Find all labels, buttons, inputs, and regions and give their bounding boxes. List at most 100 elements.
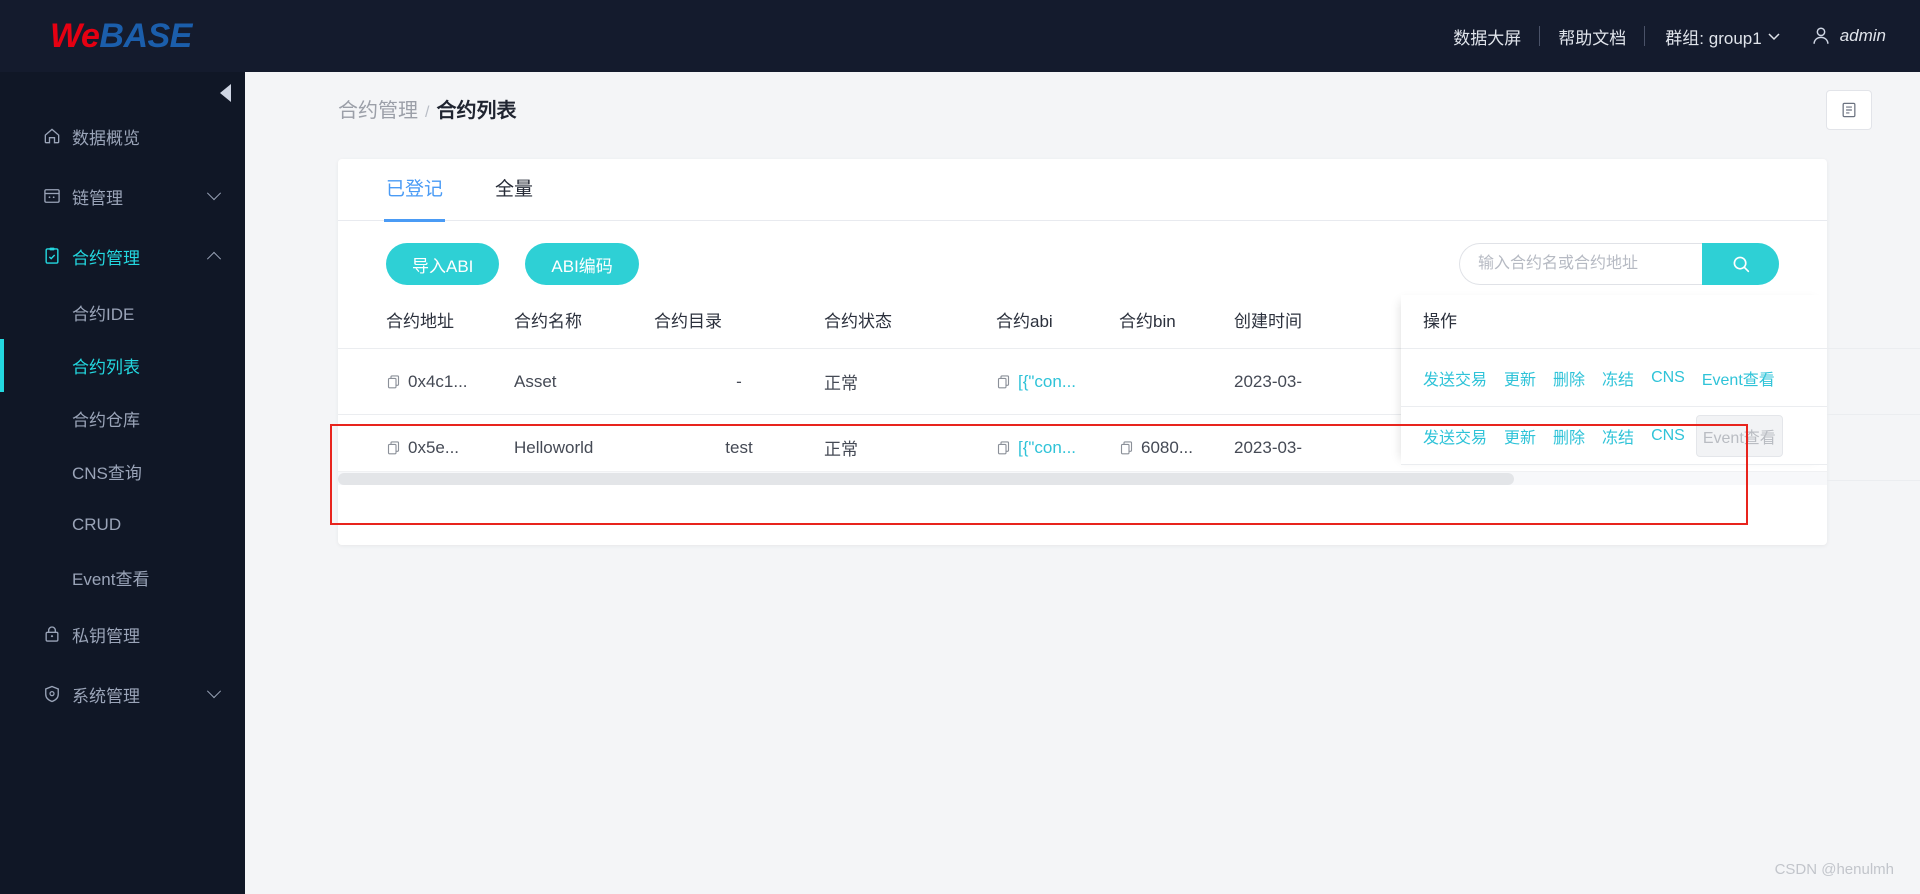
sidebar-item-private-key-mgmt[interactable]: 私钥管理 (0, 604, 245, 664)
action-send-tx[interactable]: 发送交易 (1423, 366, 1487, 390)
watermark: CSDN @henulmh (1774, 861, 1894, 878)
abi-text[interactable]: [{"con... (1018, 438, 1076, 458)
action-event-view[interactable]: Event查看 (1702, 366, 1775, 390)
sidebar-item-label: CNS查询 (72, 464, 142, 483)
sidebar-item-contract-list[interactable]: 合约列表 (0, 339, 245, 392)
nav-item-data-screen[interactable]: 数据大屏 (1435, 24, 1539, 49)
app-root: WeBASE 数据大屏 帮助文档 群组: group1 admin 数据概览 链… (0, 0, 1920, 894)
abi-text[interactable]: [{"con... (1018, 372, 1076, 392)
chevron-up-icon (206, 251, 222, 266)
cell-address: 0x4c1... (386, 348, 514, 415)
chain-icon (42, 186, 72, 206)
group-selector[interactable]: 群组: group1 (1645, 24, 1797, 49)
tab-all[interactable]: 全量 (495, 159, 533, 221)
action-delete[interactable]: 删除 (1553, 424, 1585, 448)
sidebar-item-label: 合约仓库 (72, 411, 140, 430)
action-freeze[interactable]: 冻结 (1602, 424, 1634, 448)
toolbar: 导入ABI ABI编码 (338, 221, 1827, 285)
sidebar-item-contract-repo[interactable]: 合约仓库 (0, 392, 245, 445)
shield-icon (42, 684, 72, 704)
horizontal-scrollbar[interactable] (338, 471, 1827, 485)
action-row: 发送交易 更新 删除 冻结 CNS Event查看 (1401, 407, 1827, 465)
address-text: 0x5e... (408, 437, 460, 457)
action-column: 操作 发送交易 更新 删除 冻结 CNS Event查看 发送交易 更新 删除 … (1401, 295, 1827, 465)
user-icon (1813, 27, 1829, 44)
sidebar-item-label: 私钥管理 (72, 626, 140, 646)
th-name: 合约名称 (514, 295, 654, 349)
home-icon (42, 126, 72, 146)
sidebar-item-label: 系统管理 (72, 686, 140, 706)
tab-registered[interactable]: 已登记 (383, 159, 446, 222)
cell-name: Asset (514, 348, 654, 415)
sidebar-item-system-mgmt[interactable]: 系统管理 (0, 664, 245, 724)
action-row: 发送交易 更新 删除 冻结 CNS Event查看 (1401, 349, 1827, 407)
top-bar: WeBASE 数据大屏 帮助文档 群组: group1 admin (0, 0, 1920, 72)
page-options-button[interactable] (1826, 90, 1872, 130)
nav-item-help-doc[interactable]: 帮助文档 (1540, 24, 1644, 49)
abi-encode-button[interactable]: ABI编码 (525, 243, 639, 285)
contract-table-wrapper: 合约地址 合约名称 合约目录 合约状态 合约abi 合约bin 创建时间 0x4… (338, 295, 1920, 485)
action-event-view[interactable]: Event查看 (1695, 414, 1783, 457)
chevron-down-icon (206, 186, 222, 201)
copy-icon[interactable] (1119, 440, 1134, 455)
sidebar-item-chain-mgmt[interactable]: 链管理 (0, 166, 245, 226)
chevron-down-icon (206, 684, 222, 699)
sidebar-item-crud[interactable]: CRUD (0, 498, 245, 551)
breadcrumb-parent[interactable]: 合约管理 (338, 94, 418, 123)
action-freeze[interactable]: 冻结 (1602, 366, 1634, 390)
sidebar-item-contract-mgmt[interactable]: 合约管理 (0, 226, 245, 286)
content-area: 合约管理 / 合约列表 已登记 全量 导入ABI ABI编码 输入合约名或合约地… (245, 72, 1920, 894)
action-cns[interactable]: CNS (1651, 369, 1685, 387)
action-cns[interactable]: CNS (1651, 427, 1685, 445)
cell-status: 正常 (824, 348, 996, 415)
copy-icon[interactable] (996, 440, 1011, 455)
address-text: 0x4c1... (408, 371, 468, 391)
cell-directory: - (654, 348, 824, 415)
copy-icon[interactable] (996, 374, 1011, 389)
document-icon (1842, 102, 1856, 118)
action-update[interactable]: 更新 (1504, 424, 1536, 448)
action-update[interactable]: 更新 (1504, 366, 1536, 390)
search-icon (1733, 256, 1749, 273)
spacer-col (338, 295, 386, 349)
search-box (1459, 243, 1779, 285)
chevron-down-icon (1768, 33, 1780, 41)
sidebar-item-label: 合约IDE (72, 305, 135, 324)
sidebar-item-contract-ide[interactable]: 合约IDE (0, 286, 245, 339)
search-button[interactable] (1702, 243, 1779, 285)
sidebar-item-label: 合约管理 (72, 248, 140, 268)
th-directory: 合约目录 (654, 295, 824, 349)
sidebar-item-overview[interactable]: 数据概览 (0, 106, 245, 166)
sidebar-collapse-icon[interactable] (220, 84, 231, 102)
action-delete[interactable]: 删除 (1553, 366, 1585, 390)
contract-icon (42, 246, 72, 266)
bin-text: 6080... (1141, 437, 1193, 457)
sidebar-item-label: 数据概览 (72, 128, 140, 148)
sidebar-item-label: Event查看 (72, 570, 150, 589)
contract-list-card: 已登记 全量 导入ABI ABI编码 输入合约名或合约地址 合约地址 合约名称 … (338, 159, 1920, 545)
sidebar-item-label: 合约列表 (72, 358, 140, 377)
row-spacer (338, 348, 386, 415)
breadcrumb-separator: / (425, 104, 430, 121)
th-status: 合约状态 (824, 295, 996, 349)
sidebar-item-cns-query[interactable]: CNS查询 (0, 445, 245, 498)
copy-icon[interactable] (386, 374, 401, 389)
copy-icon[interactable] (386, 440, 401, 455)
sidebar-item-label: CRUD (72, 514, 122, 534)
user-menu[interactable]: admin (1798, 25, 1886, 47)
action-send-tx[interactable]: 发送交易 (1423, 424, 1487, 448)
search-input[interactable] (1459, 243, 1702, 285)
lock-icon (42, 624, 72, 644)
cell-abi: [{"con... (996, 348, 1119, 415)
th-address: 合约地址 (386, 295, 514, 349)
sidebar-item-event-view[interactable]: Event查看 (0, 551, 245, 604)
top-nav: 数据大屏 帮助文档 群组: group1 admin (1435, 24, 1920, 49)
th-bin: 合约bin (1119, 295, 1234, 349)
breadcrumb-current: 合约列表 (436, 100, 517, 122)
group-selector-label: 群组: group1 (1665, 28, 1762, 48)
sidebar: 数据概览 链管理 合约管理 合约IDE 合约列表 合约仓库 CNS查询 CRUD… (0, 72, 245, 894)
tab-bar: 已登记 全量 (338, 159, 1827, 222)
app-logo[interactable]: WeBASE (0, 19, 245, 53)
import-abi-button[interactable]: 导入ABI (386, 243, 500, 285)
scrollbar-thumb[interactable] (338, 473, 1515, 485)
